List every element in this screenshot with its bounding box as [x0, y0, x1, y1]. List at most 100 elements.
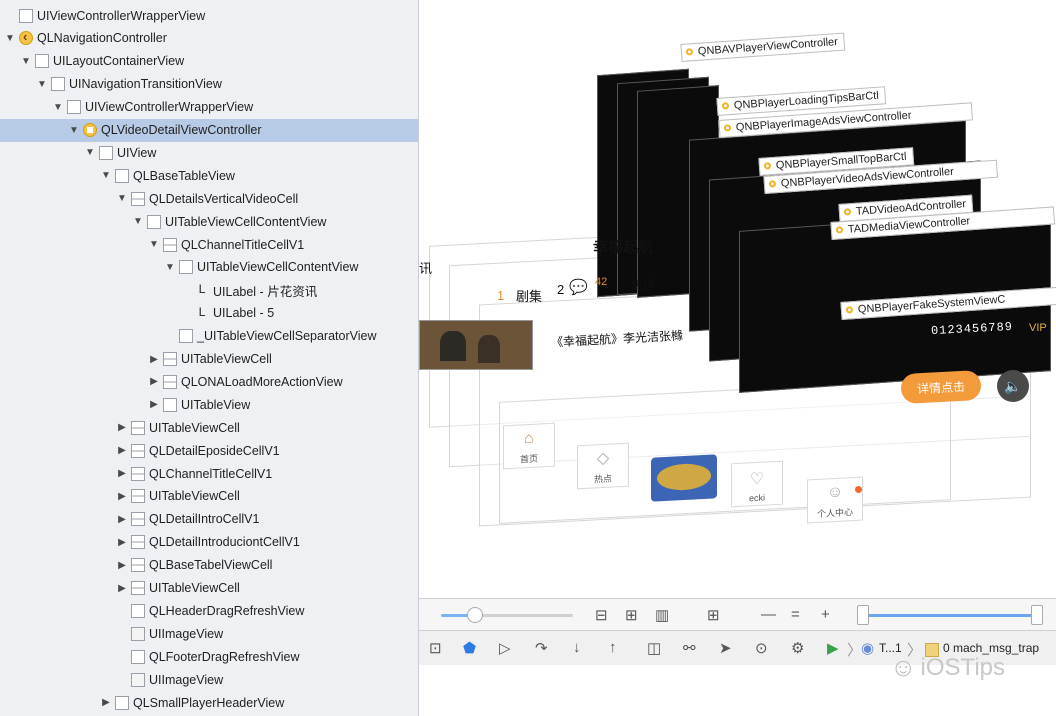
disclosure-collapsed-icon[interactable]: ▶: [116, 422, 128, 433]
disclosure-collapsed-icon[interactable]: ▶: [116, 491, 128, 502]
tree-node[interactable]: UIImageView: [0, 622, 418, 645]
tree-node[interactable]: QLHeaderDragRefreshView: [0, 599, 418, 622]
tree-node[interactable]: ▶ UITableViewCell: [0, 485, 418, 508]
disclosure-expanded-icon[interactable]: ▼: [116, 193, 128, 204]
watermark: ☺ iOSTips: [890, 652, 1006, 682]
tree-node[interactable]: QLFooterDragRefreshView: [0, 645, 418, 668]
vip-banner[interactable]: [651, 454, 717, 502]
tree-node[interactable]: ▶ UITableViewCell: [0, 348, 418, 371]
camera-icon[interactable]: ⊙: [755, 639, 768, 657]
debug-view-hierarchy-icon[interactable]: ◫: [647, 639, 661, 657]
view-icon: [99, 145, 113, 160]
tree-node[interactable]: ▶ UITableView: [0, 393, 418, 416]
clipping-icon[interactable]: ⊟: [595, 606, 608, 624]
tree-node[interactable]: ▶ UITableViewCell: [0, 577, 418, 600]
tree-node-label: QLDetailEposideCellV1: [149, 443, 280, 458]
disclosure-collapsed-icon[interactable]: ▶: [100, 697, 112, 708]
disclosure-expanded-icon[interactable]: ▼: [68, 125, 80, 136]
tree-node[interactable]: ▼ UITableViewCellContentView: [0, 256, 418, 279]
tree-node[interactable]: UIViewControllerWrapperView: [0, 4, 418, 27]
zoom-in-icon[interactable]: +: [821, 606, 830, 623]
tree-node[interactable]: ▶ QLSmallPlayerHeaderView: [0, 691, 418, 714]
tree-node[interactable]: ▶ QLONALoadMoreActionView: [0, 370, 418, 393]
tree-node[interactable]: _UITableViewCellSeparatorView: [0, 325, 418, 348]
disclosure-collapsed-icon[interactable]: ▶: [116, 537, 128, 548]
speaker-icon[interactable]: 🔈: [997, 370, 1029, 402]
continue-icon[interactable]: ▷: [499, 639, 511, 657]
range-slider-left-handle[interactable]: [857, 605, 869, 625]
flame-icon: ◇: [596, 449, 610, 468]
details-button[interactable]: 详情点击: [900, 369, 982, 405]
class-tag[interactable]: QNBAVPlayerViewController: [680, 32, 846, 62]
orient-icon[interactable]: ⊞: [707, 606, 720, 624]
disclosure-collapsed-icon[interactable]: ▶: [116, 514, 128, 525]
disclosure-expanded-icon[interactable]: ▼: [132, 216, 144, 227]
disclosure-expanded-icon[interactable]: ▼: [4, 33, 16, 44]
tree-node[interactable]: ▼ QLNavigationController: [0, 27, 418, 50]
label-icon: L: [198, 282, 206, 298]
tree-node[interactable]: ▼ UITableViewCellContentView: [0, 210, 418, 233]
tree-node[interactable]: L UILabel - 片花资讯: [0, 279, 418, 302]
tree-node-label: QLVideoDetailViewController: [101, 123, 262, 137]
gear-icon[interactable]: ⚙: [791, 639, 804, 657]
disclosure-collapsed-icon[interactable]: ▶: [116, 445, 128, 456]
spacing-slider-knob[interactable]: [467, 607, 483, 623]
disclosure-expanded-icon[interactable]: ▼: [100, 170, 112, 181]
tree-node[interactable]: ▶ QLBaseTabelViewCell: [0, 554, 418, 577]
view-icon: [179, 260, 193, 275]
tree-node[interactable]: ▼ UIViewControllerWrapperView: [0, 96, 418, 119]
tree-node[interactable]: ▶ QLDetailIntroduciontCellV1: [0, 531, 418, 554]
tree-node[interactable]: ▼ QLVideoDetailViewController: [0, 118, 418, 142]
tree-node[interactable]: ▼ QLBaseTableView: [0, 164, 418, 187]
location-icon[interactable]: ➤: [719, 639, 732, 657]
disclosure-expanded-icon[interactable]: ▼: [20, 56, 32, 67]
disclosure-collapsed-icon[interactable]: ▶: [116, 583, 128, 594]
disclosure-collapsed-icon[interactable]: ▶: [116, 468, 128, 479]
disclosure-collapsed-icon[interactable]: ▶: [148, 399, 160, 410]
wechat-icon: ☺: [890, 652, 917, 682]
app-icon[interactable]: ▶: [827, 639, 839, 657]
disclosure-collapsed-icon[interactable]: ▶: [148, 354, 160, 365]
disclosure-expanded-icon[interactable]: ▼: [52, 102, 64, 113]
disclosure-expanded-icon[interactable]: ▼: [84, 147, 96, 158]
tree-node[interactable]: UIImageView: [0, 668, 418, 691]
zoom-reset-icon[interactable]: =: [791, 606, 800, 623]
tree-node[interactable]: ▶ QLChannelTitleCellV1: [0, 462, 418, 485]
view-debugger-canvas[interactable]: QNBAVPlayerViewController QNBPlayerLoadi…: [419, 0, 1056, 598]
breakpoints-icon[interactable]: ⬟: [463, 639, 476, 657]
tree-node[interactable]: ▼ QLDetailsVerticalVideoCell: [0, 187, 418, 210]
range-slider-track[interactable]: [863, 614, 1035, 617]
spacing-slider-track[interactable]: [477, 614, 573, 617]
zoom-out-icon[interactable]: —: [761, 606, 776, 623]
video-thumbnail[interactable]: [419, 320, 533, 370]
wireframe-icon[interactable]: ▥: [655, 606, 669, 624]
tree-node[interactable]: ▼ UIView: [0, 141, 418, 164]
episodes-tab[interactable]: 剧集: [516, 286, 542, 305]
tab-hot[interactable]: ◇ 热点: [577, 442, 629, 490]
step-out-icon[interactable]: ↑: [609, 639, 617, 656]
step-over-icon[interactable]: ↷: [535, 639, 548, 657]
step-into-icon[interactable]: ↓: [573, 639, 581, 656]
disclosure-expanded-icon[interactable]: ▼: [148, 239, 160, 250]
tab-profile[interactable]: ☺ 个人中心: [807, 476, 863, 524]
disclosure-expanded-icon[interactable]: ▼: [36, 79, 48, 90]
disclosure-collapsed-icon[interactable]: ▶: [148, 376, 160, 387]
tab-doki[interactable]: ♡ ecki: [731, 460, 783, 508]
tree-node-label: QLChannelTitleCellV1: [149, 466, 273, 481]
range-slider-right-handle[interactable]: [1031, 605, 1043, 625]
disclosure-collapsed-icon[interactable]: ▶: [116, 560, 128, 571]
layout-icon[interactable]: ⊞: [625, 606, 638, 624]
hide-console-icon[interactable]: ⊡: [429, 639, 442, 657]
tab-home[interactable]: ⌂ 首页: [503, 422, 555, 470]
tree-node[interactable]: ▶ QLDetailEposideCellV1: [0, 439, 418, 462]
tree-node[interactable]: L UILabel - 5: [0, 302, 418, 325]
tree-node[interactable]: ▶ UITableViewCell: [0, 416, 418, 439]
memory-graph-icon[interactable]: ⚯: [683, 639, 696, 657]
tree-node[interactable]: ▼ UILayoutContainerView: [0, 50, 418, 73]
tree-node[interactable]: ▶ QLDetailIntroCellV1: [0, 508, 418, 531]
tree-node[interactable]: ▼ UINavigationTransitionView: [0, 73, 418, 96]
disclosure-expanded-icon[interactable]: ▼: [164, 262, 176, 273]
tree-node[interactable]: ▼ QLChannelTitleCellV1: [0, 233, 418, 256]
hot-comments[interactable]: 热评: [631, 276, 655, 293]
cell-icon: [163, 237, 177, 252]
